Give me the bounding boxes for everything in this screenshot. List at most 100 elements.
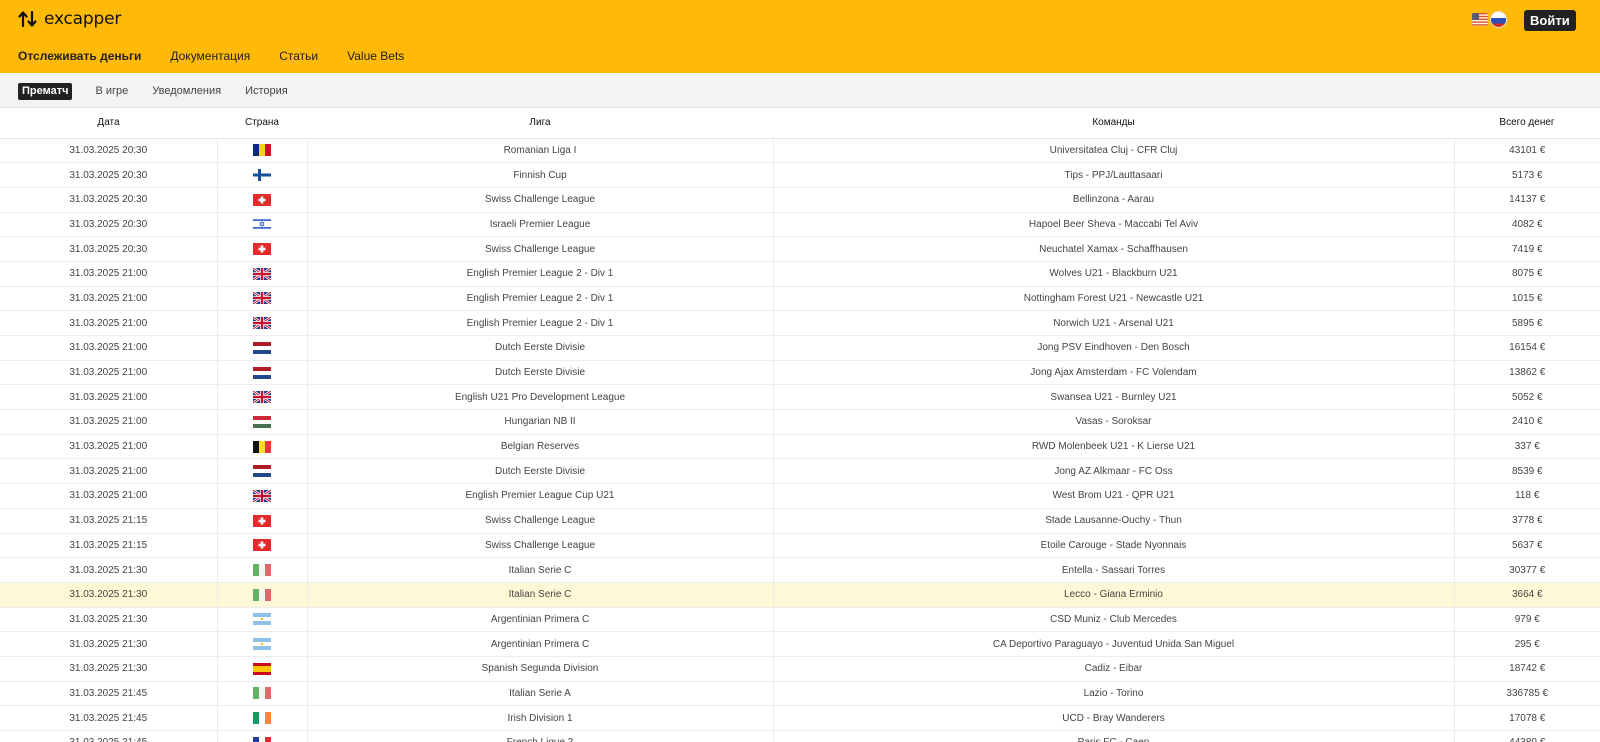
table-row[interactable]: 31.03.2025 21:30 Argentinian Primera C CSD…	[0, 607, 1600, 633]
swap-arrows-icon	[18, 10, 37, 28]
cell-league: Israeli Premier League	[306, 212, 773, 238]
language-ru-button[interactable]	[1490, 11, 1507, 28]
cell-country	[216, 310, 307, 336]
table-row[interactable]: 31.03.2025 21:30 Italian Serie C Entella -…	[0, 557, 1600, 583]
header-teams[interactable]: Команды	[773, 108, 1454, 139]
table-body: 31.03.2025 20:30 Romanian Liga I Universit…	[0, 138, 1600, 742]
cell-country	[216, 187, 307, 213]
cell-total-money: 337 €	[1453, 434, 1600, 460]
cell-league: Italian Serie C	[306, 557, 773, 583]
table-row[interactable]: 31.03.2025 21:00 Dutch Eerste Divisie Jong…	[0, 360, 1600, 386]
argentina-flag-icon	[253, 638, 271, 651]
cell-total-money: 5173 €	[1453, 162, 1600, 188]
table-row[interactable]: 31.03.2025 21:00 Dutch Eerste Divisie Jong…	[0, 458, 1600, 485]
cell-country	[216, 434, 307, 460]
cell-country	[216, 162, 307, 188]
table-row[interactable]: 31.03.2025 21:15 Swiss Challenge League St…	[0, 508, 1600, 534]
login-button[interactable]: Войти	[1524, 10, 1576, 31]
cell-league: Dutch Eerste Divisie	[306, 360, 773, 386]
table-row[interactable]: 31.03.2025 21:00 English U21 Pro Developm…	[0, 384, 1600, 411]
tab-notifications[interactable]: Уведомления	[152, 83, 221, 100]
table-row[interactable]: 31.03.2025 21:00 English Premier League 2…	[0, 286, 1600, 312]
nav-item-documentation[interactable]: Документация	[170, 49, 250, 63]
romania-flag-icon	[253, 144, 271, 157]
cell-date: 31.03.2025 20:30	[0, 162, 217, 188]
cell-total-money: 17078 €	[1453, 705, 1600, 731]
table-row[interactable]: 31.03.2025 21:00 English Premier League C…	[0, 483, 1600, 509]
switzerland-flag-icon	[253, 193, 271, 206]
finland-flag-icon	[253, 169, 271, 182]
cell-total-money: 18742 €	[1453, 656, 1600, 682]
table-row[interactable]: 31.03.2025 21:00 English Premier League 2…	[0, 310, 1600, 336]
cell-date: 31.03.2025 21:00	[0, 310, 217, 336]
cell-teams: Tips - PPJ/Lauttasaari	[772, 162, 1454, 188]
cell-total-money: 4082 €	[1453, 212, 1600, 238]
cell-date: 31.03.2025 21:45	[0, 730, 217, 742]
cell-country	[216, 631, 307, 657]
cell-total-money: 336785 €	[1453, 681, 1600, 707]
table-row[interactable]: 31.03.2025 20:30 Swiss Challenge League Ne…	[0, 236, 1600, 262]
language-en-button[interactable]	[1472, 13, 1488, 26]
table-row[interactable]: 31.03.2025 21:30 Spanish Segunda Division…	[0, 656, 1600, 682]
table-row[interactable]: 31.03.2025 20:30 Finnish Cup Tips - PPJ/La…	[0, 162, 1600, 188]
cell-league: French Ligue 2	[306, 730, 773, 742]
table-row[interactable]: 31.03.2025 21:00 Belgian Reserves RWD Mole…	[0, 434, 1600, 460]
cell-league: Argentinian Primera C	[306, 607, 773, 633]
cell-total-money: 43101 €	[1453, 138, 1600, 164]
uk-flag-icon	[253, 317, 271, 330]
header-league[interactable]: Лига	[307, 108, 773, 139]
uk-flag-icon	[253, 267, 271, 280]
cell-country	[216, 261, 307, 287]
cell-date: 31.03.2025 20:30	[0, 212, 217, 238]
cell-date: 31.03.2025 21:00	[0, 483, 217, 509]
cell-teams: Etoile Carouge - Stade Nyonnais	[772, 533, 1454, 559]
table-row[interactable]: 31.03.2025 21:45 French Ligue 2Paris FC -…	[0, 730, 1600, 742]
header-date[interactable]: Дата	[0, 108, 217, 139]
table-row[interactable]: 31.03.2025 21:00 Hungarian NB II Vasas - S…	[0, 409, 1600, 435]
nav-item-value-bets[interactable]: Value Bets	[347, 49, 404, 63]
cell-country	[216, 409, 307, 435]
israel-flag-icon	[253, 218, 271, 231]
table-row[interactable]: 31.03.2025 21:00 English Premier League 2…	[0, 261, 1600, 287]
tab-prematch[interactable]: Прематч	[18, 83, 73, 100]
tab-history[interactable]: История	[245, 83, 288, 100]
cell-league: English Premier League 2 - Div 1	[306, 286, 773, 312]
cell-country	[216, 533, 307, 559]
table-row[interactable]: 31.03.2025 21:45 Irish Division 1 UCD - Br…	[0, 705, 1600, 731]
cell-country	[216, 582, 307, 608]
cell-teams: CSD Muniz - Club Mercedes	[772, 607, 1454, 633]
header-total-money[interactable]: Всего денег	[1454, 108, 1600, 139]
cell-league: English Premier League 2 - Div 1	[306, 310, 773, 336]
russia-flag-icon	[1491, 12, 1506, 27]
cell-country	[216, 458, 307, 485]
cell-teams: Hapoel Beer Sheva - Maccabi Tel Aviv	[772, 212, 1454, 238]
nav-item-track-money[interactable]: Отслеживать деньги	[18, 49, 141, 63]
nav-item-articles[interactable]: Статьи	[279, 49, 318, 63]
header-country[interactable]: Страна	[217, 108, 307, 139]
cell-total-money: 14137 €	[1453, 187, 1600, 213]
cell-country	[216, 656, 307, 682]
netherlands-flag-icon	[253, 341, 271, 354]
table-row[interactable]: 31.03.2025 20:30 Swiss Challenge League Be…	[0, 187, 1600, 213]
table-row[interactable]: 31.03.2025 20:30 Israeli Premier League Ha…	[0, 212, 1600, 238]
tab-in-play[interactable]: В игре	[95, 83, 128, 100]
cell-date: 31.03.2025 21:00	[0, 409, 217, 435]
table-row[interactable]: 31.03.2025 21:45 Italian Serie A Lazio - T…	[0, 681, 1600, 707]
table-row[interactable]: 31.03.2025 20:30 Romanian Liga I Universit…	[0, 138, 1600, 164]
cell-date: 31.03.2025 21:00	[0, 458, 217, 485]
table-row[interactable]: 31.03.2025 21:00 Dutch Eerste Divisie Jong…	[0, 335, 1600, 361]
cell-date: 31.03.2025 21:30	[0, 607, 217, 633]
table-row[interactable]: 31.03.2025 21:30 Argentinian Primera C CA …	[0, 631, 1600, 657]
cell-league: Romanian Liga I	[306, 138, 773, 164]
cell-country	[216, 138, 307, 164]
cell-league: Italian Serie C	[306, 582, 773, 608]
cell-teams: Lazio - Torino	[772, 681, 1454, 707]
table-row[interactable]: 31.03.2025 21:15 Swiss Challenge League Et…	[0, 533, 1600, 559]
table-row[interactable]: 31.03.2025 21:30 Italian Serie C Lecco - G…	[0, 582, 1600, 608]
belgium-flag-icon	[253, 440, 271, 453]
cell-league: Finnish Cup	[306, 162, 773, 188]
cell-total-money: 5637 €	[1453, 533, 1600, 559]
cell-teams: Nottingham Forest U21 - Newcastle U21	[772, 286, 1454, 312]
logo[interactable]: excapper	[18, 9, 121, 29]
cell-date: 31.03.2025 21:30	[0, 631, 217, 657]
